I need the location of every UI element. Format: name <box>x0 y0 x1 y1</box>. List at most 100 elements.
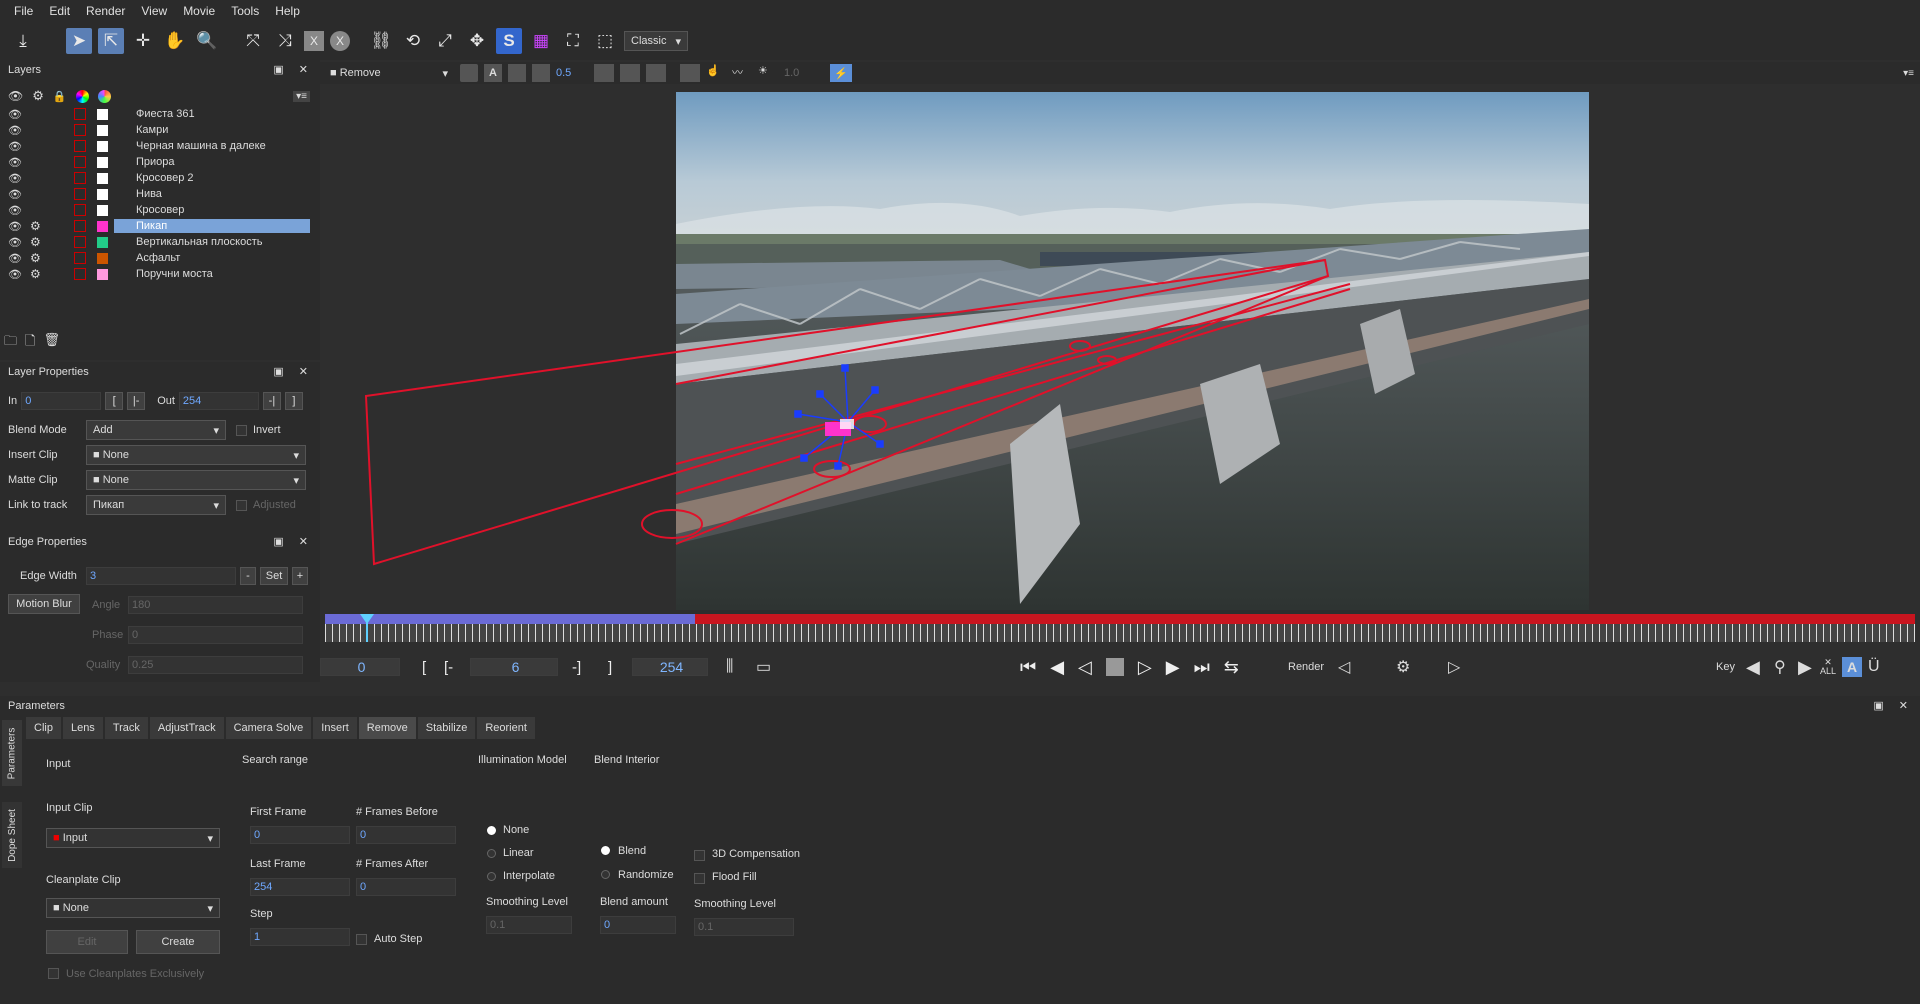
layer-row[interactable]: 👁 Черная машина в далеке <box>0 138 320 154</box>
trim-icon[interactable]: ⫼ <box>726 658 733 676</box>
x-circle-icon[interactable]: X <box>330 31 350 51</box>
side-tab-parameters[interactable]: Parameters <box>2 720 22 786</box>
layer-name[interactable]: Кросовер 2 <box>114 171 310 185</box>
s-mode-icon[interactable]: S <box>496 28 522 54</box>
layer-name[interactable]: Вертикальная плоскость <box>114 235 310 249</box>
layer-row[interactable]: 👁 Нива <box>0 186 320 202</box>
auto-step-checkbox[interactable] <box>356 934 367 945</box>
menu-movie[interactable]: Movie <box>175 4 223 18</box>
layer-gear-icon[interactable]: ⚙ <box>30 219 41 233</box>
visibility-eye-icon[interactable]: 👁 <box>8 252 22 265</box>
menu-render[interactable]: Render <box>78 4 133 18</box>
illum-interpolate-radio[interactable] <box>487 872 496 881</box>
play-back-icon[interactable]: ◁ <box>1078 657 1092 678</box>
layer-color-swatch[interactable] <box>97 124 108 136</box>
layer-gear-icon[interactable]: ⚙ <box>30 251 41 265</box>
timeline-end-field[interactable]: 254 <box>632 658 708 676</box>
frames-before-field[interactable]: 0 <box>356 826 456 844</box>
set-in-button[interactable]: [ <box>105 392 124 410</box>
flood-fill-checkbox[interactable] <box>694 873 705 884</box>
visibility-eye-icon[interactable]: 👁 <box>8 188 22 201</box>
layer-name[interactable]: Поручни моста <box>114 267 310 281</box>
in-field[interactable]: 0 <box>21 392 102 410</box>
tab-clip[interactable]: Clip <box>26 717 61 739</box>
layer-color-swatch[interactable] <box>97 220 108 232</box>
edit-cleanplate-button[interactable]: Edit <box>46 930 128 954</box>
last-frame-field[interactable]: 254 <box>250 878 350 896</box>
tab-insert[interactable]: Insert <box>313 717 357 739</box>
layer-lock-box[interactable] <box>74 124 86 136</box>
delete-icon[interactable]: 🗑 <box>43 332 60 354</box>
layer-row[interactable]: 👁 ⚙ Вертикальная плоскость <box>0 234 320 250</box>
rgb-icon[interactable] <box>460 64 478 82</box>
video-frame[interactable] <box>320 84 1920 612</box>
layer-gear-icon[interactable]: ⚙ <box>30 267 41 281</box>
layer-color-swatch[interactable] <box>97 108 108 120</box>
edge-set-button[interactable]: Set <box>260 567 288 585</box>
tab-stabilize[interactable]: Stabilize <box>417 717 476 739</box>
step-back-icon[interactable]: ◀ <box>1050 657 1064 678</box>
layer-color-swatch[interactable] <box>97 156 108 168</box>
cleanplate-clip-select[interactable]: ■ None ▾ <box>46 898 220 918</box>
smoothing-level-field[interactable]: 0.1 <box>694 918 794 936</box>
go-last-icon[interactable]: ⏭ <box>1194 657 1210 678</box>
lightning-icon[interactable]: ⚡ <box>830 64 852 82</box>
unkey-icon[interactable]: Ü <box>1868 658 1880 676</box>
timeline-ruler[interactable] <box>325 624 1915 642</box>
layer-color-swatch[interactable] <box>97 252 108 264</box>
tab-lens[interactable]: Lens <box>62 717 103 739</box>
timeline-start-field[interactable]: 0 <box>320 658 400 676</box>
menu-tools[interactable]: Tools <box>223 4 267 18</box>
x-box-icon[interactable]: X <box>304 31 324 51</box>
palette-icon[interactable] <box>97 89 111 103</box>
layer-row[interactable]: 👁 ⚙ Пикап <box>0 218 320 234</box>
visibility-eye-icon[interactable]: 👁 <box>8 268 22 281</box>
matte-icon[interactable] <box>508 64 526 82</box>
set-out-bracket[interactable]: ] <box>608 659 612 676</box>
rotate-icon[interactable]: ⟲ <box>400 28 426 54</box>
visibility-eye-icon[interactable]: 👁 <box>8 156 22 169</box>
alpha-icon[interactable]: A <box>484 64 502 82</box>
visibility-eye-icon[interactable]: 👁 <box>8 108 22 121</box>
go-in-button[interactable]: |- <box>127 392 146 410</box>
render-forward-icon[interactable]: ▷ <box>1448 657 1460 677</box>
select-points-icon[interactable]: ⇱ <box>98 28 124 54</box>
layer-color-swatch[interactable] <box>97 268 108 280</box>
compare-icon[interactable] <box>620 64 640 82</box>
layer-lock-box[interactable] <box>74 172 86 184</box>
timeline[interactable] <box>320 612 1920 650</box>
layer-name[interactable]: Пикап <box>114 219 310 233</box>
curve-icon[interactable]: 〰 <box>732 64 752 82</box>
illum-linear-radio[interactable] <box>487 849 496 858</box>
overlay-icon[interactable] <box>532 64 550 82</box>
layer-color-swatch[interactable] <box>97 236 108 248</box>
angle-field[interactable]: 180 <box>128 596 303 614</box>
layer-row[interactable]: 👁 ⚙ Асфальт <box>0 250 320 266</box>
menu-help[interactable]: Help <box>267 4 308 18</box>
layer-row[interactable]: 👁 Кросовер <box>0 202 320 218</box>
render-back-icon[interactable]: ◁ <box>1338 657 1350 677</box>
edge-plus-button[interactable]: + <box>292 567 308 585</box>
layer-name[interactable]: Черная машина в далеке <box>114 139 310 153</box>
out-field[interactable]: 254 <box>178 392 259 410</box>
module-select[interactable]: ■ Remove ▾ <box>324 63 454 83</box>
layer-row[interactable]: 👁 Камри <box>0 122 320 138</box>
go-start-bracket[interactable]: [- <box>444 659 453 676</box>
quality-field[interactable]: 0.25 <box>128 656 303 674</box>
layer-row[interactable]: 👁 Фиеста 361 <box>0 106 320 122</box>
layer-row[interactable]: 👁 Кросовер 2 <box>0 170 320 186</box>
fit-icon[interactable]: ⛶ <box>560 28 586 54</box>
prev-key-icon[interactable]: ◀ <box>1746 657 1760 678</box>
first-frame-field[interactable]: 0 <box>250 826 350 844</box>
layer-lock-box[interactable] <box>74 236 86 248</box>
create-cleanplate-button[interactable]: Create <box>136 930 220 954</box>
lock-icon[interactable]: 🔒 <box>53 90 67 103</box>
monitor-icon[interactable] <box>594 64 614 82</box>
tab-reorient[interactable]: Reorient <box>477 717 535 739</box>
set-in-bracket[interactable]: [ <box>422 659 426 676</box>
matte-clip-select[interactable]: ■ None ▾ <box>86 470 306 490</box>
layer-lock-box[interactable] <box>74 220 86 232</box>
visibility-eye-icon[interactable]: 👁 <box>8 140 22 153</box>
go-first-icon[interactable]: ⏮ <box>1020 657 1036 678</box>
tab-track[interactable]: Track <box>104 717 148 739</box>
